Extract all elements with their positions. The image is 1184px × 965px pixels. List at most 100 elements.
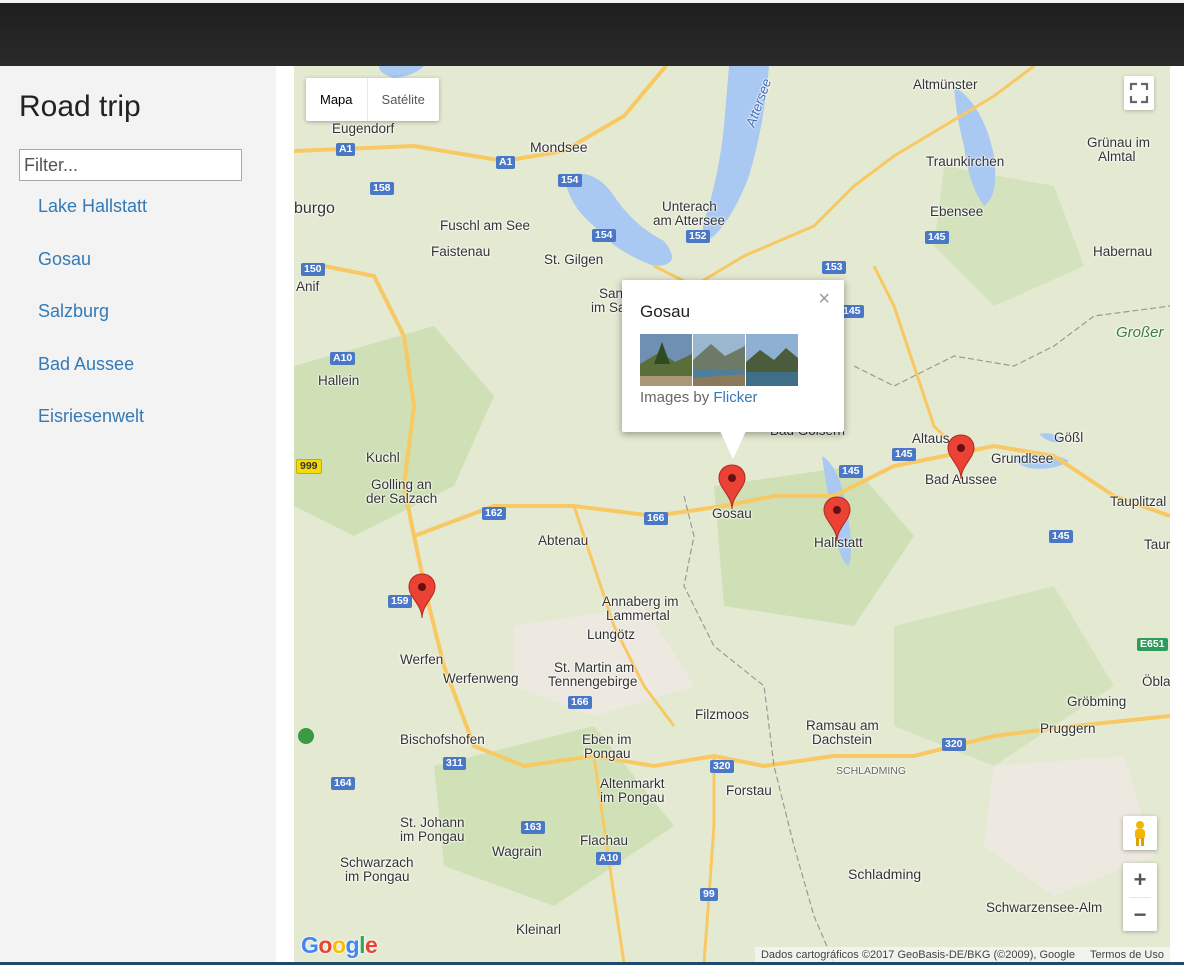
- top-navbar: [0, 0, 1184, 66]
- google-logo[interactable]: Google: [301, 932, 378, 959]
- photo-thumbnail[interactable]: [693, 334, 745, 386]
- map-label: Unterach: [662, 199, 717, 214]
- map-label: im Pongau: [400, 829, 465, 844]
- map-label: Pruggern: [1040, 721, 1096, 736]
- map-label: burgo: [294, 200, 335, 217]
- map-label: Fuschl am See: [440, 218, 531, 233]
- marker-lake-hallstatt[interactable]: [823, 496, 851, 542]
- road-shield: A1: [496, 156, 516, 169]
- map-label: SCHLADMING: [836, 765, 907, 777]
- map-label: Tennengebirge: [548, 674, 638, 689]
- map-label: Schladming: [848, 866, 922, 882]
- map-label: im Pongau: [345, 869, 410, 884]
- map-label: Annaberg im: [602, 594, 679, 609]
- close-icon[interactable]: ×: [818, 288, 830, 311]
- road-shield: 145: [1049, 530, 1073, 543]
- photo-strip: [640, 334, 799, 386]
- map-label: Gößl: [1054, 430, 1084, 445]
- road-shield: 164: [331, 777, 355, 790]
- info-window-tail: [720, 431, 746, 459]
- road-shield: 999: [296, 459, 322, 474]
- map-label: Ebensee: [930, 204, 984, 219]
- marker-bad-aussee[interactable]: [947, 434, 975, 480]
- photo-thumbnail[interactable]: [746, 334, 798, 386]
- map-label: Altaus: [912, 431, 950, 446]
- info-window: Gosau × Images by Flicker: [622, 280, 844, 459]
- map-label: Eben im: [582, 732, 632, 747]
- photo-credit: Images by Flicker: [640, 389, 758, 406]
- fullscreen-icon: [1129, 82, 1149, 104]
- map-label: Eugendorf: [332, 121, 395, 136]
- map-label: Gröbming: [1067, 694, 1127, 709]
- map-label: im Pongau: [600, 790, 665, 805]
- zoom-out-button[interactable]: −: [1123, 898, 1157, 932]
- map-label: Großer: [1116, 324, 1164, 341]
- location-item-lake-hallstatt[interactable]: Lake Hallstatt: [38, 194, 147, 247]
- location-item-gosau[interactable]: Gosau: [38, 247, 147, 300]
- page-title: Road trip: [19, 90, 141, 123]
- map-canvas[interactable]: Eugendorf Mondsee Altmünster Traunkirche…: [294, 66, 1170, 963]
- map-label: Kuchl: [366, 450, 400, 465]
- map-label: Ramsau am: [806, 718, 879, 733]
- road-shield: 145: [839, 465, 863, 478]
- fullscreen-button[interactable]: [1124, 76, 1154, 110]
- location-item-salzburg[interactable]: Salzburg: [38, 299, 147, 352]
- map-label: Grünau im: [1087, 135, 1151, 150]
- map-label: im Sa: [591, 300, 626, 315]
- filter-input[interactable]: [19, 149, 242, 181]
- map-label: Altenmarkt: [600, 776, 665, 791]
- map-label: Filzmoos: [695, 707, 750, 722]
- map-label: Wagrain: [492, 844, 542, 859]
- road-shield: A1: [336, 143, 356, 156]
- road-shield: 158: [370, 182, 394, 195]
- terms-link[interactable]: Termos de Uso: [1090, 949, 1164, 961]
- map-label: Hallein: [318, 373, 360, 388]
- marker-gosau[interactable]: [718, 464, 746, 510]
- map-label: Faistenau: [431, 244, 491, 259]
- location-item-eisriesenwelt[interactable]: Eisriesenwelt: [38, 404, 147, 457]
- map-type-map-button[interactable]: Mapa: [306, 78, 367, 121]
- flicker-link[interactable]: Flicker: [713, 389, 757, 406]
- map-label: der Salzach: [366, 491, 438, 506]
- location-item-bad-aussee[interactable]: Bad Aussee: [38, 352, 147, 405]
- map-attribution: Dados cartográficos ©2017 GeoBasis-DE/BK…: [754, 947, 1170, 963]
- map-label: Altmünster: [913, 77, 978, 92]
- map-label: St. Johann: [400, 815, 465, 830]
- map-label: Schwarzach: [340, 855, 414, 870]
- marker-eisriesenwelt[interactable]: [408, 573, 436, 619]
- road-shield: A10: [596, 852, 622, 865]
- map-type-satellite-button[interactable]: Satélite: [366, 78, 439, 121]
- info-window-title: Gosau: [640, 302, 691, 321]
- map-label: am Attersee: [653, 213, 726, 228]
- map-label: Werfenweng: [443, 671, 519, 686]
- map-label: Traunkirchen: [926, 154, 1005, 169]
- road-shield: E651: [1137, 638, 1168, 651]
- street-view-button[interactable]: [1123, 816, 1157, 850]
- map-label: Mondsee: [530, 139, 588, 155]
- road-shield: 320: [942, 738, 966, 751]
- road-shield: 163: [521, 821, 545, 834]
- road-shield: 145: [925, 231, 949, 244]
- sidebar: Road trip Lake Hallstatt Gosau Salzburg …: [0, 66, 276, 965]
- map-label: Almtal: [1098, 149, 1136, 164]
- zoom-in-button[interactable]: +: [1123, 863, 1157, 897]
- map-label: Schwarzensee-Alm: [986, 900, 1103, 915]
- road-shield: 153: [822, 261, 846, 274]
- map-label: Forstau: [726, 783, 772, 798]
- credit-prefix: Images by: [640, 389, 710, 406]
- map-label: St. Gilgen: [544, 252, 604, 267]
- map-label: Lungötz: [587, 627, 636, 642]
- road-shield: 166: [568, 696, 592, 709]
- photo-thumbnail[interactable]: [640, 334, 692, 386]
- map-label: Lammertal: [606, 608, 670, 623]
- location-list: Lake Hallstatt Gosau Salzburg Bad Aussee…: [38, 194, 147, 457]
- road-shield: 152: [686, 230, 710, 243]
- road-shield: 154: [592, 229, 616, 242]
- map-label: Abtenau: [538, 533, 589, 548]
- road-shield: 99: [700, 888, 718, 901]
- map-label: Taur: [1144, 537, 1170, 552]
- map-label: Flachau: [580, 833, 629, 848]
- map-label: Habernau: [1093, 244, 1153, 259]
- park-icon: [298, 728, 314, 744]
- map-label: Dachstein: [812, 732, 873, 747]
